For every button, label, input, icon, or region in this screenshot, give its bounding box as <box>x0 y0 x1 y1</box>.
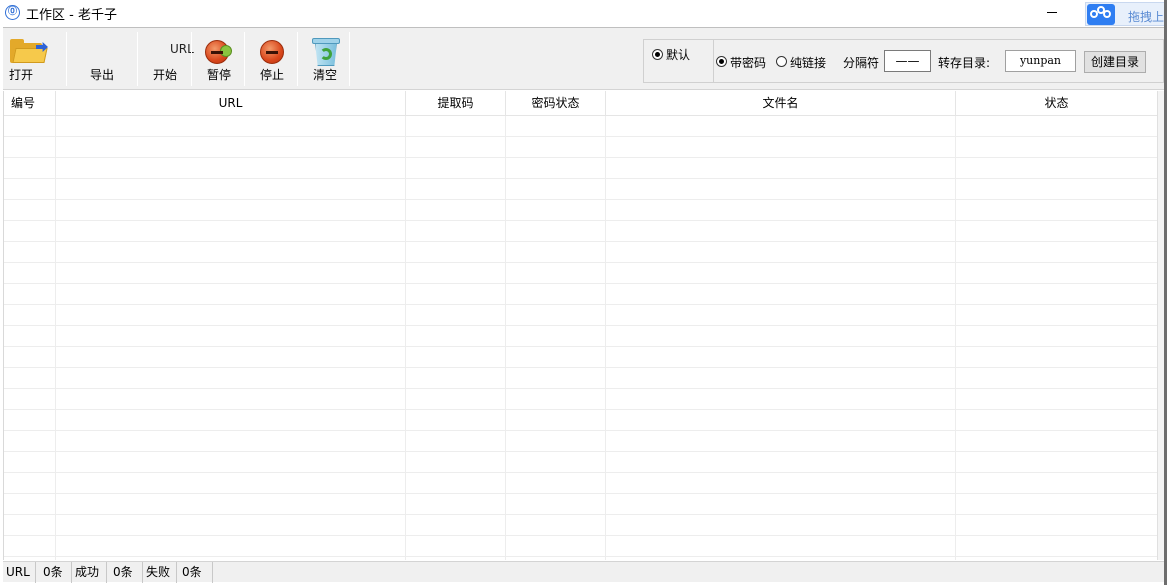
minimize-button[interactable] <box>1040 3 1064 21</box>
default-label: 默认 <box>666 48 691 62</box>
status-url-count: 0条 <box>36 562 72 583</box>
app-logo-icon: ⓪ <box>5 5 20 20</box>
column-header-code[interactable]: 提取码 <box>406 91 506 116</box>
vertical-scrollbar[interactable] <box>1157 91 1164 560</box>
status-bar: URL 0条 成功 0条 失败 0条 <box>3 561 1164 583</box>
open-button[interactable]: 打开 <box>3 28 65 88</box>
stop-icon <box>260 40 284 64</box>
start-label: 开始 <box>152 68 177 82</box>
recycle-bin-icon <box>312 36 340 66</box>
column-header-password-status[interactable]: 密码状态 <box>506 91 606 116</box>
upload-extension-label: 拖拽上传 <box>1128 10 1167 24</box>
separator-label: 分隔符 <box>843 56 880 70</box>
column-header-id[interactable]: 编号 <box>4 91 56 116</box>
stop-label: 停止 <box>259 68 284 82</box>
stop-button[interactable]: 停止 <box>246 28 298 88</box>
status-url-label: URL <box>3 562 36 583</box>
status-fail-count: 0条 <box>177 562 213 583</box>
column-header-filename[interactable]: 文件名 <box>606 91 956 116</box>
pause-icon <box>205 40 232 64</box>
column-header-status[interactable]: 状态 <box>956 91 1158 116</box>
default-radio[interactable] <box>652 49 663 60</box>
export-button[interactable]: 导出 <box>69 28 135 88</box>
save-dir-label: 转存目录: <box>938 56 991 70</box>
task-table[interactable]: 编号 URL 提取码 密码状态 文件名 状态 <box>3 91 1158 560</box>
separator-input[interactable]: —— <box>884 50 931 72</box>
column-header-url[interactable]: URL <box>56 91 406 116</box>
pure-link-label: 纯链接 <box>790 56 827 70</box>
open-label: 打开 <box>8 68 33 82</box>
status-fail-label: 失败 <box>143 562 177 583</box>
folder-icon <box>10 39 48 63</box>
start-button[interactable]: 开始 <box>140 28 190 88</box>
clear-label: 清空 <box>312 68 337 82</box>
upload-extension-button[interactable]: 拖拽上传 <box>1085 2 1167 26</box>
export-label: 导出 <box>89 68 114 82</box>
app-window: ⓪ 工作区 - 老千子 拖拽上传 打开 导出 开始 U <box>0 0 1167 585</box>
window-title: 工作区 - 老千子 <box>26 8 117 23</box>
save-dir-input[interactable]: yunpan <box>1005 50 1076 72</box>
pure-link-radio[interactable] <box>776 56 787 67</box>
create-dir-button[interactable]: 创建目录 <box>1084 51 1146 73</box>
table-header: 编号 URL 提取码 密码状态 文件名 状态 <box>4 91 1158 116</box>
with-password-radio[interactable] <box>716 56 727 67</box>
cloud-icon <box>1087 4 1115 25</box>
pause-button[interactable]: 暂停 <box>193 28 245 88</box>
table-body[interactable] <box>4 116 1158 560</box>
pause-label: 暂停 <box>206 68 231 82</box>
options-panel: 默认 带密码 纯链接 分隔符 —— 转存目录: yunpan 创建目录 <box>643 39 1164 83</box>
with-password-label: 带密码 <box>730 56 767 70</box>
title-bar: ⓪ 工作区 - 老千子 拖拽上传 <box>0 0 1167 26</box>
default-option[interactable]: 默认 <box>644 40 714 82</box>
status-success-count: 0条 <box>107 562 143 583</box>
status-success-label: 成功 <box>72 562 107 583</box>
